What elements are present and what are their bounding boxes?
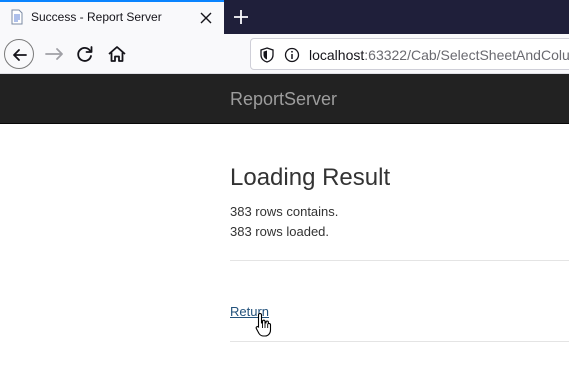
page-title: Loading Result [230, 164, 391, 191]
rows-loaded-text: 383 rows loaded. [230, 224, 330, 239]
page-icon [9, 9, 25, 25]
browser-tab[interactable]: Success - Report Server [0, 0, 224, 34]
shield-icon[interactable] [260, 47, 274, 68]
hand-cursor-icon [255, 312, 273, 338]
divider [230, 341, 569, 342]
url-host: localhost [309, 47, 365, 63]
site-navbar: ReportServer [0, 74, 569, 124]
arrow-left-icon[interactable] [4, 39, 34, 69]
info-icon[interactable] [284, 47, 300, 68]
url-path: :63322/Cab/SelectSheetAndColumn [364, 47, 569, 63]
close-icon[interactable] [200, 11, 212, 24]
tab-active-indicator [0, 0, 224, 2]
tab-title: Success - Report Server [31, 10, 162, 24]
browser-toolbar: localhost:63322/Cab/SelectSheetAndColumn [0, 34, 569, 74]
plus-icon[interactable] [232, 8, 250, 26]
arrow-right-icon[interactable] [40, 39, 70, 69]
url-text[interactable]: localhost:63322/Cab/SelectSheetAndColumn [309, 47, 569, 63]
browser-tabstrip: Success - Report Server [0, 0, 569, 34]
url-bar[interactable]: localhost:63322/Cab/SelectSheetAndColumn [250, 38, 569, 70]
home-icon[interactable] [102, 39, 132, 69]
reload-icon[interactable] [70, 39, 100, 69]
rows-contains-text: 383 rows contains. [230, 204, 339, 219]
divider [230, 260, 569, 261]
brand-link[interactable]: ReportServer [230, 89, 337, 110]
